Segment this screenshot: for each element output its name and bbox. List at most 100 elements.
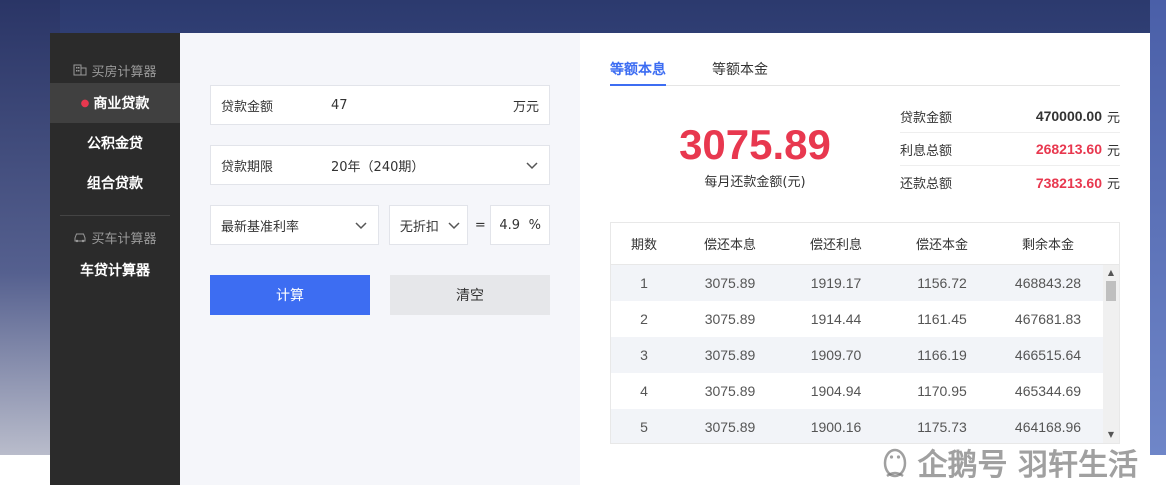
scrollbar-thumb[interactable] <box>1106 281 1116 301</box>
sidebar-item-label: 公积金贷 <box>87 136 143 152</box>
calculate-button[interactable]: 计算 <box>210 275 370 315</box>
chevron-down-icon <box>355 222 367 230</box>
table-scrollbar[interactable]: ▲ ▼ <box>1103 265 1119 443</box>
rate-row: 最新基准利率 无折扣 = 4.9 % <box>210 205 550 245</box>
table-row: 2 3075.89 1914.44 1161.45 467681.83 <box>611 301 1119 337</box>
sidebar-group-car-label: 买车计算器 <box>91 231 157 247</box>
table-cell: 3075.89 <box>704 419 756 435</box>
car-icon <box>74 233 86 243</box>
sidebar-divider <box>60 215 170 216</box>
scroll-up-arrow-icon[interactable]: ▲ <box>1103 267 1119 279</box>
table-header: 期数 偿还本息 偿还利息 偿还本金 剩余本金 <box>611 223 1119 265</box>
rate-input[interactable]: 4.9 % <box>490 205 550 245</box>
watermark-text: 企鹅号 羽轩生活 <box>917 448 1138 483</box>
sidebar: 买房计算器 ● 商业贷款 公积金贷 组合贷款 买车计算器 车贷计算器 <box>50 33 180 485</box>
total-unit: 元 <box>1106 177 1120 192</box>
table-row: 3 3075.89 1909.70 1166.19 466515.64 <box>611 337 1119 373</box>
monthly-payment-value: 3075.89 <box>679 121 831 169</box>
table-row: 4 3075.89 1904.94 1170.95 465344.69 <box>611 373 1119 409</box>
table-cell: 464168.96 <box>1014 419 1082 435</box>
table-cell: 1909.70 <box>810 347 862 363</box>
table-cell: 2 <box>640 311 648 327</box>
table-cell: 3075.89 <box>704 275 756 291</box>
totals-list: 贷款金额 470000.00 元 利息总额 268213.60 元 还款总额 7… <box>900 100 1120 212</box>
equals-sign: = <box>474 217 486 233</box>
total-value: 268213.60 <box>1035 141 1102 157</box>
table-row: 1 3075.89 1919.17 1156.72 468843.28 <box>611 265 1119 301</box>
table-cell: 3075.89 <box>704 383 756 399</box>
loan-term-label: 贷款期限 <box>221 159 274 175</box>
rate-unit: % <box>528 217 541 233</box>
table-cell: 1904.94 <box>810 383 862 399</box>
table-cell: 466515.64 <box>1014 347 1082 363</box>
rate-type-value: 最新基准利率 <box>221 219 300 235</box>
total-label: 利息总额 <box>900 143 953 159</box>
table-cell: 3 <box>640 347 648 363</box>
total-row-interest: 利息总额 268213.60 元 <box>900 133 1120 166</box>
monthly-payment-block: 3075.89 每月还款金额(元) <box>610 100 900 212</box>
total-row-repayment: 还款总额 738213.60 元 <box>900 166 1120 199</box>
total-unit: 元 <box>1106 110 1120 126</box>
column-header: 剩余本金 <box>1021 238 1074 253</box>
column-header: 偿还本金 <box>915 238 968 253</box>
monthly-payment-caption: 每月还款金额(元) <box>704 174 806 190</box>
watermark: 企鹅号 羽轩生活 <box>880 440 1138 484</box>
tab-equal-principal[interactable]: 等额本金 <box>712 53 768 85</box>
table-cell: 1919.17 <box>810 275 862 291</box>
sidebar-item-provident-fund[interactable]: 公积金贷 <box>50 123 180 163</box>
table-cell: 1156.72 <box>917 275 967 291</box>
column-header: 期数 <box>630 238 657 253</box>
sidebar-group-house-label: 买房计算器 <box>91 64 157 80</box>
building-icon <box>73 64 87 76</box>
rate-type-select[interactable]: 最新基准利率 <box>210 205 379 245</box>
background-right <box>1150 0 1166 455</box>
total-value: 470000.00 <box>1035 108 1102 124</box>
total-unit: 元 <box>1106 143 1120 159</box>
sidebar-item-combined-loan[interactable]: 组合贷款 <box>50 163 180 203</box>
total-row-loan-amount: 贷款金额 470000.00 元 <box>900 100 1120 133</box>
discount-select[interactable]: 无折扣 <box>388 205 469 245</box>
repayment-schedule-table: 期数 偿还本息 偿还利息 偿还本金 剩余本金 1 3075.89 1919.17… <box>610 222 1120 444</box>
chevron-down-icon <box>526 162 538 170</box>
loan-term-value: 20年（240期） <box>331 159 425 175</box>
repayment-tabs: 等额本息 等额本金 <box>610 53 1120 86</box>
result-summary: 3075.89 每月还款金额(元) 贷款金额 470000.00 元 利息总额 … <box>610 100 1120 212</box>
loan-amount-input[interactable]: 47 <box>331 98 513 113</box>
calculator-card: 买房计算器 ● 商业贷款 公积金贷 组合贷款 买车计算器 车贷计算器 贷款金额 <box>50 33 1150 485</box>
column-header: 偿还利息 <box>809 238 862 253</box>
sidebar-item-commercial-loan[interactable]: ● 商业贷款 <box>50 83 180 123</box>
table-cell: 1 <box>640 275 648 291</box>
column-header: 偿还本息 <box>703 238 756 253</box>
sidebar-item-label: 商业贷款 <box>93 96 150 112</box>
total-value: 738213.60 <box>1035 174 1102 191</box>
form-buttons: 计算 清空 <box>210 275 550 315</box>
clear-button[interactable]: 清空 <box>390 275 550 315</box>
table-cell: 3075.89 <box>704 311 756 327</box>
total-label: 还款总额 <box>900 177 953 192</box>
table-cell: 1170.95 <box>917 383 967 399</box>
total-label: 贷款金额 <box>900 110 953 126</box>
sidebar-group-house: 买房计算器 <box>50 57 180 83</box>
table-cell: 4 <box>640 383 648 399</box>
loan-amount-label: 贷款金额 <box>221 99 274 115</box>
loan-term-select[interactable]: 贷款期限 20年（240期） <box>210 145 550 185</box>
table-cell: 1900.16 <box>810 419 862 435</box>
tab-equal-installment[interactable]: 等额本息 <box>610 53 666 86</box>
sidebar-item-car-loan[interactable]: 车贷计算器 <box>50 250 180 290</box>
rate-value: 4.9 <box>499 217 520 233</box>
sidebar-item-label: 车贷计算器 <box>80 263 150 279</box>
table-cell: 5 <box>640 419 648 435</box>
sidebar-item-label: 组合贷款 <box>87 176 143 192</box>
table-cell: 3075.89 <box>704 347 756 363</box>
table-row: 5 3075.89 1900.16 1175.73 464168.96 <box>611 409 1119 443</box>
table-cell: 468843.28 <box>1014 275 1082 291</box>
result-panel: 等额本息 等额本金 3075.89 每月还款金额(元) 贷款金额 470000.… <box>580 33 1150 485</box>
chevron-down-icon <box>448 222 460 230</box>
loan-amount-unit: 万元 <box>512 99 539 115</box>
table-cell: 1166.19 <box>917 347 967 363</box>
table-cell: 465344.69 <box>1014 383 1082 399</box>
discount-value: 无折扣 <box>399 219 439 235</box>
sidebar-group-car: 买车计算器 <box>50 224 180 250</box>
loan-amount-field[interactable]: 贷款金额 47 万元 <box>210 85 550 125</box>
table-cell: 467681.83 <box>1014 311 1082 327</box>
